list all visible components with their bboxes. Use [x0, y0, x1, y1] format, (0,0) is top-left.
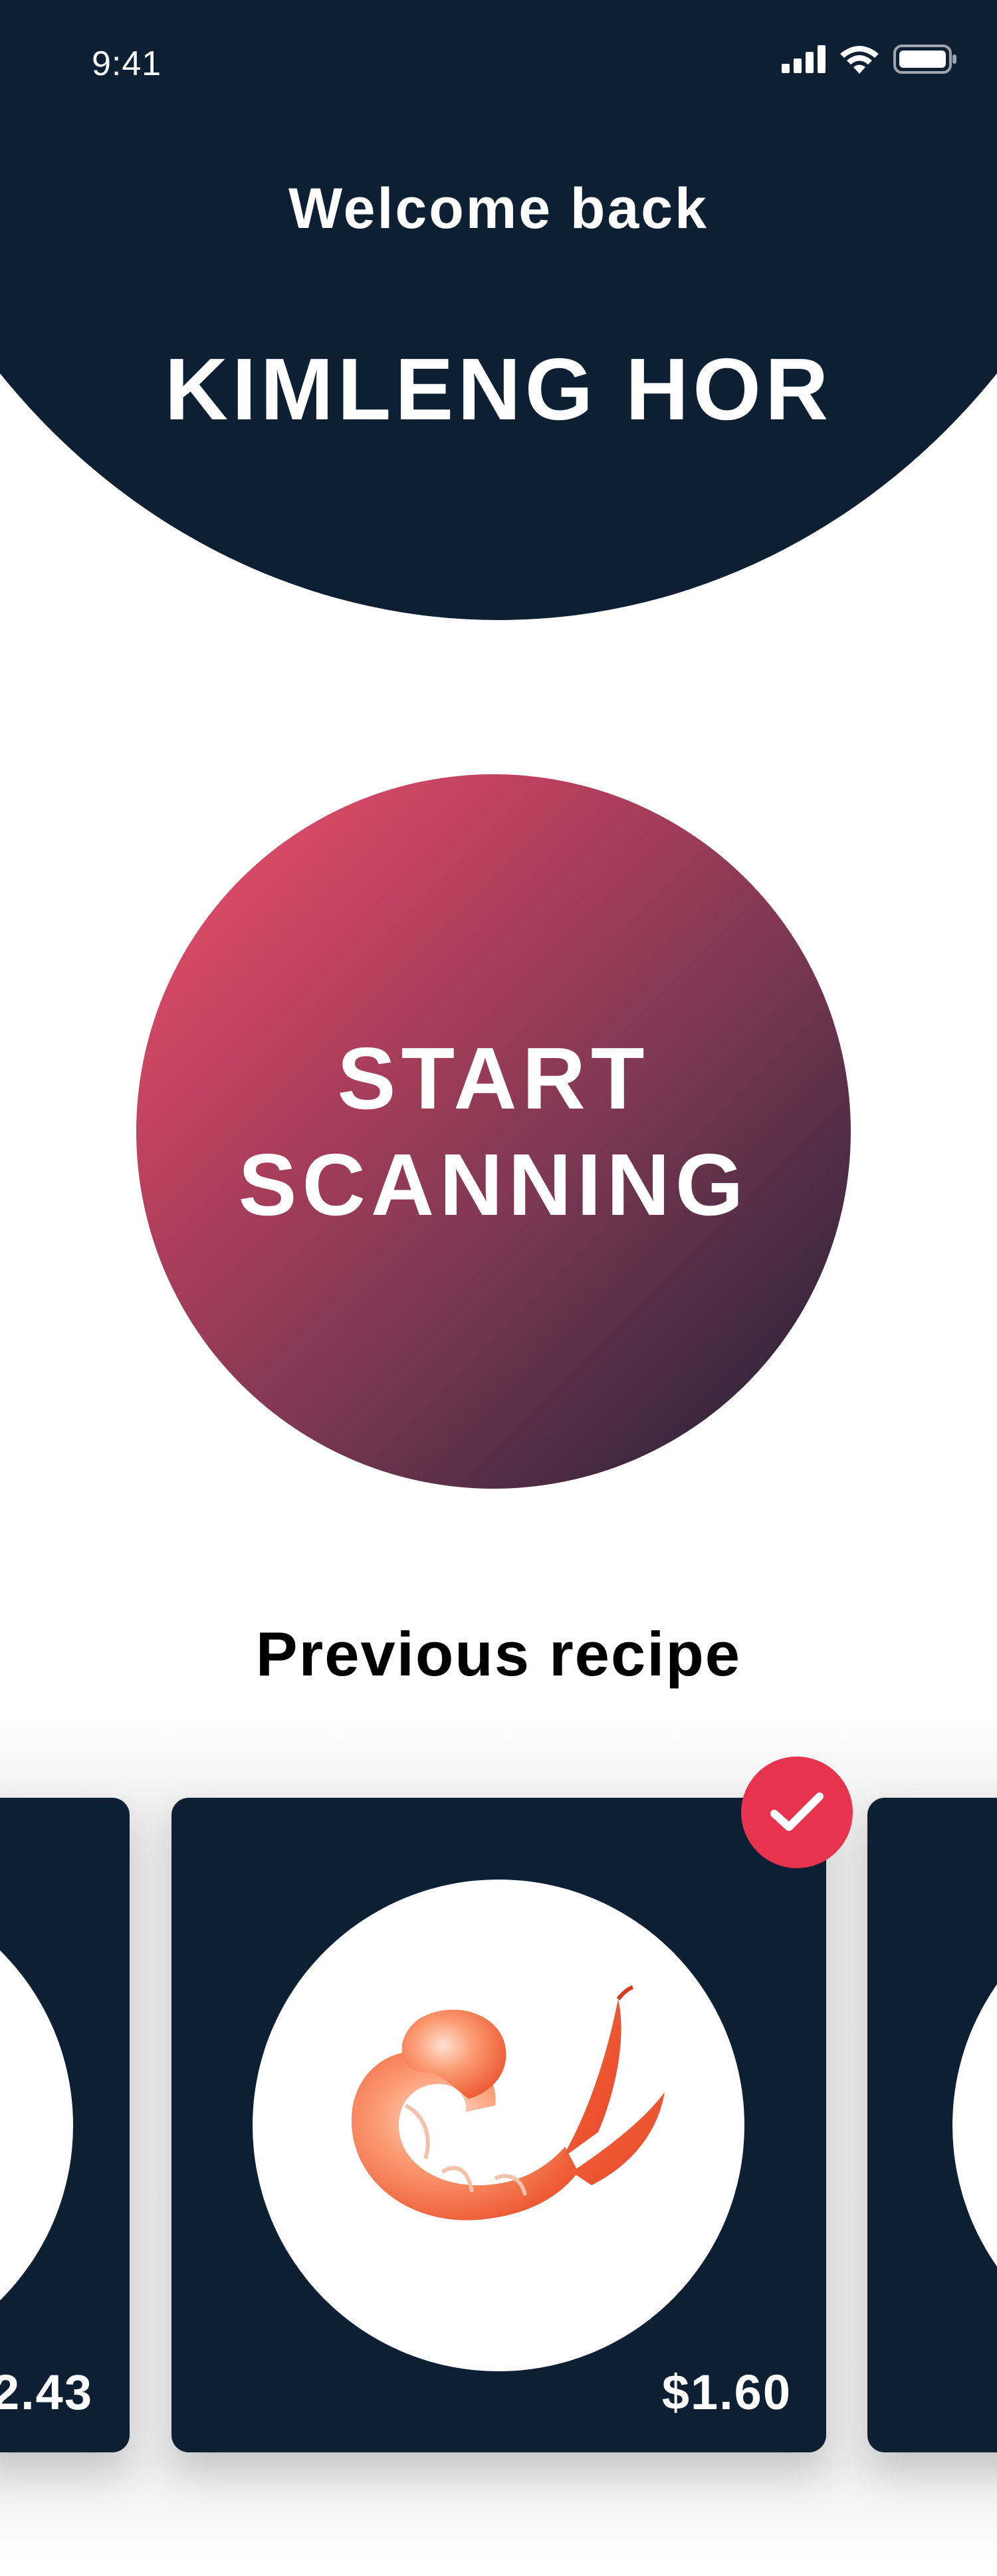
user-name: KIMLENG HOR [164, 340, 833, 438]
start-scanning-label-line2: SCANNING [238, 1135, 749, 1234]
recipe-image-circle [952, 1879, 997, 2371]
previous-recipe-title: Previous recipe [255, 1619, 742, 1689]
start-scanning-button[interactable]: START SCANNING [136, 774, 851, 1489]
status-time: 9:41 [92, 45, 162, 83]
recipe-price: 2.43 [0, 2365, 93, 2420]
status-icons [782, 43, 957, 76]
recipe-card-selected[interactable]: $1.60 [171, 1757, 853, 2452]
cellular-signal-icon [782, 45, 826, 73]
checkmark-icon [770, 1792, 824, 1831]
recipe-price: $1.60 [661, 2365, 792, 2420]
welcome-text: Welcome back [288, 177, 709, 241]
battery-icon [893, 45, 956, 74]
recipe-card-previous[interactable]: 2.43 [0, 1798, 130, 2452]
recipe-image-circle [253, 1879, 744, 2371]
shrimp-image [351, 1985, 665, 2220]
wifi-icon [840, 46, 879, 74]
home-screen: 9:41 Welcome back KIMLENG HOR START SCAN… [0, 0, 997, 2576]
recipe-card-next[interactable] [867, 1798, 997, 2452]
start-scanning-label-line1: START [337, 1029, 650, 1127]
selected-check-badge [741, 1757, 853, 1868]
status-bar: 9:41 [0, 0, 997, 126]
recipe-image-circle [0, 1879, 73, 2371]
